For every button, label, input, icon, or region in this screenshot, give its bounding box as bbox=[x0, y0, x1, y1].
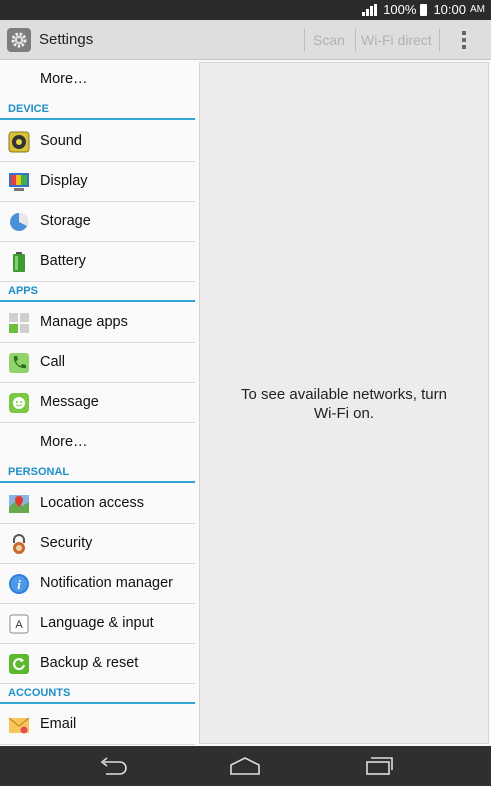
list-item-label: Backup & reset bbox=[40, 655, 139, 671]
list-item-message[interactable]: Message bbox=[0, 383, 195, 423]
section-header-label: APPS bbox=[8, 285, 38, 297]
list-item-label: Email bbox=[40, 716, 77, 732]
list-item-battery[interactable]: Battery bbox=[0, 242, 195, 282]
email-icon bbox=[8, 717, 30, 734]
battery-icon bbox=[420, 3, 428, 16]
backup-icon bbox=[9, 654, 29, 674]
overflow-menu-icon[interactable] bbox=[462, 31, 466, 49]
divider bbox=[439, 29, 440, 51]
battery-icon bbox=[13, 252, 25, 272]
wifi-off-message-line2: Wi-Fi on. bbox=[314, 405, 374, 422]
wifi-off-message: To see available networks, turn Wi-Fi on… bbox=[200, 385, 488, 423]
settings-list: More… DEVICE Sound Display Storage Batte… bbox=[0, 60, 197, 746]
scan-button[interactable]: Scan bbox=[313, 32, 345, 48]
back-icon[interactable] bbox=[98, 756, 128, 776]
list-item-label: Battery bbox=[40, 253, 86, 269]
divider bbox=[304, 29, 305, 51]
list-item-more-apps[interactable]: More… bbox=[0, 423, 195, 463]
list-item-label: Manage apps bbox=[40, 314, 128, 330]
list-item-label: Call bbox=[40, 354, 65, 370]
section-header-apps: APPS bbox=[0, 282, 195, 302]
recent-apps-icon[interactable] bbox=[364, 756, 394, 776]
action-bar: Settings Scan Wi-Fi direct bbox=[0, 20, 491, 60]
list-item-email[interactable]: Email bbox=[0, 705, 195, 745]
section-header-label: ACCOUNTS bbox=[8, 687, 71, 699]
list-item-manage-apps[interactable]: Manage apps bbox=[0, 303, 195, 343]
list-item-location-access[interactable]: Location access bbox=[0, 484, 195, 524]
page-title: Settings bbox=[39, 31, 94, 48]
section-header-label: PERSONAL bbox=[8, 466, 70, 478]
status-bar: 100% 10:00 AM bbox=[0, 0, 491, 20]
svg-text:i: i bbox=[17, 577, 21, 592]
list-item-label: Security bbox=[40, 535, 93, 551]
list-item-more[interactable]: More… bbox=[0, 60, 195, 100]
clock-ampm: AM bbox=[470, 4, 485, 15]
keyboard-key-icon: A bbox=[9, 614, 29, 634]
list-item-label: More… bbox=[40, 71, 88, 87]
lock-icon bbox=[13, 534, 25, 554]
list-item-call[interactable]: Call bbox=[0, 343, 195, 383]
wifi-details-pane: To see available networks, turn Wi-Fi on… bbox=[199, 62, 489, 744]
phone-icon bbox=[9, 353, 29, 373]
display-icon bbox=[9, 173, 29, 191]
list-item-security[interactable]: Security bbox=[0, 524, 195, 564]
status-icons: 100% 10:00 AM bbox=[362, 2, 485, 17]
storage-icon bbox=[10, 213, 28, 231]
svg-text:A: A bbox=[15, 619, 23, 631]
battery-level: 100% bbox=[383, 2, 417, 17]
list-item-sound[interactable]: Sound bbox=[0, 122, 195, 162]
list-item-notification-manager[interactable]: i Notification manager bbox=[0, 564, 195, 604]
location-icon bbox=[9, 495, 29, 513]
home-icon[interactable] bbox=[229, 756, 261, 776]
list-item-backup-reset[interactable]: Backup & reset bbox=[0, 644, 195, 684]
section-header-accounts: ACCOUNTS bbox=[0, 684, 195, 704]
divider bbox=[355, 29, 356, 51]
list-item-label: Storage bbox=[40, 213, 91, 229]
info-icon: i bbox=[9, 574, 29, 594]
section-header-device: DEVICE bbox=[0, 100, 195, 120]
list-item-label: Notification manager bbox=[40, 575, 173, 591]
list-item-label: More… bbox=[40, 434, 88, 450]
manage-apps-icon bbox=[9, 313, 29, 333]
list-item-label: Sound bbox=[40, 133, 82, 149]
section-header-personal: PERSONAL bbox=[0, 463, 195, 483]
wifi-direct-button[interactable]: Wi-Fi direct bbox=[361, 32, 432, 48]
list-item-label: Display bbox=[40, 173, 88, 189]
list-item-label: Language & input bbox=[40, 615, 154, 631]
sound-icon bbox=[8, 131, 30, 153]
navigation-bar bbox=[0, 746, 491, 786]
list-item-storage[interactable]: Storage bbox=[0, 202, 195, 242]
list-item-label: Location access bbox=[40, 495, 144, 511]
message-icon bbox=[9, 393, 29, 413]
section-header-label: DEVICE bbox=[8, 103, 49, 115]
list-item-label: Message bbox=[40, 394, 99, 410]
wifi-off-message-line1: To see available networks, turn bbox=[241, 386, 447, 403]
list-item-display[interactable]: Display bbox=[0, 162, 195, 202]
clock-time: 10:00 bbox=[433, 2, 466, 17]
signal-icon bbox=[362, 3, 378, 16]
list-item-language-input[interactable]: A Language & input bbox=[0, 604, 195, 644]
settings-gear-icon[interactable] bbox=[7, 28, 31, 52]
